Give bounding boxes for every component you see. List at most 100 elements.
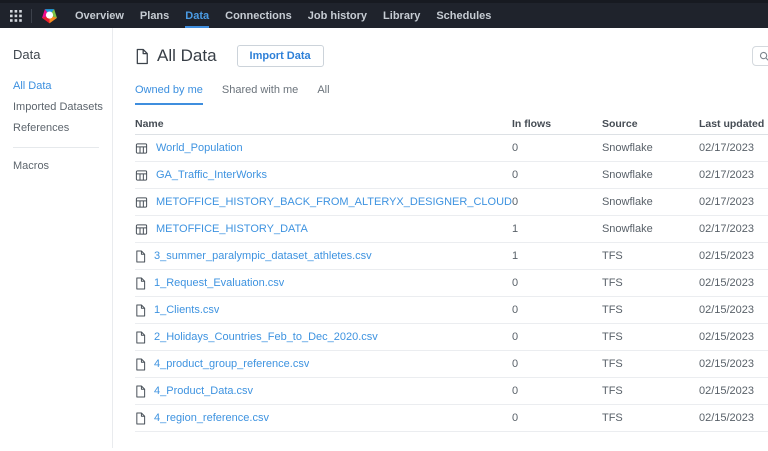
file-icon [135, 330, 146, 344]
alteryx-star-logo-icon[interactable] [41, 7, 58, 24]
column-header-source[interactable]: Source [602, 118, 699, 130]
nav-item-schedules[interactable]: Schedules [436, 3, 491, 28]
table-row: METOFFICE_HISTORY_DATA 1 Snowflake 02/17/20… [135, 216, 768, 243]
name-cell: 4_region_reference.csv [135, 411, 512, 425]
top-navbar: Overview Plans Data Connections Job history L… [0, 0, 768, 28]
search-icon [759, 51, 768, 62]
in-flows-cell: 0 [511, 304, 519, 316]
tab-bar: Owned by me Shared with me All [135, 84, 768, 105]
page-header: All Data Import Data [135, 44, 768, 68]
table-row: METOFFICE_HISTORY_BACK_FROM_ALTERYX_DESI… [135, 189, 768, 216]
table-row: World_Population 0 Snowflake 02/17/2023 [135, 135, 768, 162]
sidebar-item-macros[interactable]: Macros [13, 160, 112, 172]
last-updated-cell: 02/15/2023 [698, 250, 755, 262]
table-row: 1_Request_Evaluation.csv 0 TFS 02/15/2023 [135, 270, 768, 297]
in-flows-cell: 0 [511, 196, 519, 208]
app-launcher-grid-icon[interactable] [10, 9, 22, 22]
sidebar-divider [13, 147, 99, 148]
table-header-row: Name In flows Source Last updated [135, 113, 768, 135]
last-updated-cell: 02/15/2023 [698, 331, 755, 343]
nav-item-data[interactable]: Data [185, 3, 210, 28]
nav-item-job-history[interactable]: Job history [308, 3, 367, 28]
document-icon [135, 48, 149, 65]
dataset-link[interactable]: GA_Traffic_InterWorks [156, 169, 267, 181]
table-row: 2_Holidays_Countries_Feb_to_Dec_2020.csv… [135, 324, 768, 351]
datasets-table: Name In flows Source Last updated World_Pop… [135, 113, 768, 432]
last-updated-cell: 02/15/2023 [698, 412, 755, 424]
last-updated-cell: 02/15/2023 [698, 358, 755, 370]
name-cell: METOFFICE_HISTORY_DATA [135, 223, 512, 236]
import-data-button[interactable]: Import Data [236, 45, 324, 67]
main-content: All Data Import Data Owned by me Shared w… [113, 28, 768, 448]
name-cell: 2_Holidays_Countries_Feb_to_Dec_2020.csv [135, 330, 512, 344]
dataset-link[interactable]: 4_region_reference.csv [154, 412, 269, 424]
file-icon [135, 357, 146, 371]
name-cell: 1_Clients.csv [135, 303, 512, 317]
navbar-divider [31, 8, 32, 23]
dataset-link[interactable]: 1_Clients.csv [154, 304, 219, 316]
source-cell: TFS [601, 250, 623, 262]
dataset-link[interactable]: METOFFICE_HISTORY_BACK_FROM_ALTERYX_DESI… [156, 196, 512, 208]
table-icon [135, 223, 148, 236]
name-cell: 4_Product_Data.csv [135, 384, 512, 398]
in-flows-cell: 1 [511, 223, 519, 235]
table-row: 4_Product_Data.csv 0 TFS 02/15/2023 [135, 378, 768, 405]
column-header-label: Last updated [698, 117, 765, 130]
table-icon [135, 196, 148, 209]
name-cell: 3_summer_paralympic_dataset_athletes.csv [135, 249, 512, 263]
table-row: 4_product_group_reference.csv 0 TFS 02/15/2… [135, 351, 768, 378]
source-cell: Snowflake [601, 196, 653, 208]
name-cell: 4_product_group_reference.csv [135, 357, 512, 371]
last-updated-cell: 02/15/2023 [698, 385, 755, 397]
source-cell: Snowflake [601, 169, 653, 181]
in-flows-cell: 0 [511, 169, 519, 181]
sidebar-item-all-data[interactable]: All Data [13, 80, 112, 92]
column-header-in-flows[interactable]: In flows [512, 118, 602, 130]
tab-all[interactable]: All [317, 84, 329, 105]
name-cell: World_Population [135, 142, 512, 155]
nav-item-library[interactable]: Library [383, 3, 420, 28]
in-flows-cell: 0 [511, 277, 519, 289]
tab-shared-with-me[interactable]: Shared with me [222, 84, 298, 105]
nav-item-plans[interactable]: Plans [140, 3, 169, 28]
column-header-name[interactable]: Name [135, 118, 512, 130]
navbar-left [10, 3, 75, 28]
column-header-last-updated[interactable]: Last updated [699, 118, 768, 130]
dataset-link[interactable]: 2_Holidays_Countries_Feb_to_Dec_2020.csv [154, 331, 378, 343]
name-cell: METOFFICE_HISTORY_BACK_FROM_ALTERYX_DESI… [135, 196, 512, 209]
column-header-label: Source [601, 117, 638, 130]
last-updated-cell: 02/17/2023 [698, 142, 755, 154]
source-cell: Snowflake [601, 142, 653, 154]
dataset-link[interactable]: 3_summer_paralympic_dataset_athletes.csv [154, 250, 372, 262]
file-icon [135, 303, 146, 317]
nav-item-connections[interactable]: Connections [225, 3, 292, 28]
dataset-link[interactable]: World_Population [156, 142, 243, 154]
column-header-label: In flows [511, 117, 552, 130]
dataset-link[interactable]: METOFFICE_HISTORY_DATA [156, 223, 308, 235]
last-updated-cell: 02/15/2023 [698, 277, 755, 289]
sidebar-item-imported-datasets[interactable]: Imported Datasets [13, 101, 112, 113]
sidebar-item-references[interactable]: References [13, 122, 112, 134]
source-cell: Snowflake [601, 223, 653, 235]
source-cell: TFS [601, 331, 623, 343]
sidebar-primary-list: All Data Imported Datasets References [13, 80, 112, 134]
in-flows-cell: 0 [511, 358, 519, 370]
name-cell: GA_Traffic_InterWorks [135, 169, 512, 182]
file-icon [135, 411, 146, 425]
in-flows-cell: 1 [511, 250, 519, 262]
last-updated-cell: 02/17/2023 [698, 196, 755, 208]
dataset-link[interactable]: 4_product_group_reference.csv [154, 358, 309, 370]
dataset-link[interactable]: 4_Product_Data.csv [154, 385, 253, 397]
sidebar-title: Data [13, 47, 41, 62]
page-title: All Data [157, 46, 217, 65]
column-header-label: Name [135, 117, 164, 130]
navbar-items: Overview Plans Data Connections Job history L… [75, 3, 491, 28]
name-cell: 1_Request_Evaluation.csv [135, 276, 512, 290]
nav-item-overview[interactable]: Overview [75, 3, 124, 28]
table-row: 1_Clients.csv 0 TFS 02/15/2023 [135, 297, 768, 324]
dataset-link[interactable]: 1_Request_Evaluation.csv [154, 277, 284, 289]
file-icon [135, 384, 146, 398]
tab-owned-by-me[interactable]: Owned by me [135, 84, 203, 105]
file-icon [135, 276, 146, 290]
table-body: World_Population 0 Snowflake 02/17/2023 GA_T… [135, 135, 768, 432]
